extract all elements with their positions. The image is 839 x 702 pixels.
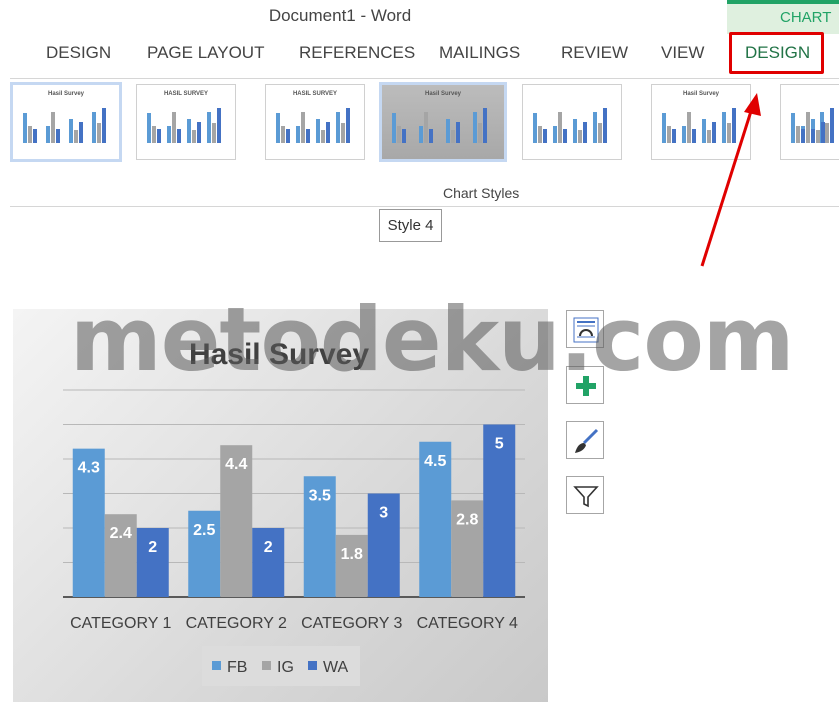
data-label: 3.5 (309, 487, 331, 504)
category-label: CATEGORY 1 (70, 615, 171, 632)
legend-label: WA (323, 659, 349, 676)
category-label: CATEGORY 3 (301, 615, 402, 632)
data-label: 4.4 (225, 456, 247, 473)
legend-swatch-fb (212, 661, 221, 670)
bar-ig (335, 534, 368, 597)
data-label: 4.3 (78, 460, 100, 477)
legend-swatch-ig (262, 661, 271, 670)
data-label: 5 (495, 436, 504, 453)
watermark-text: metodeku.com (70, 288, 794, 391)
data-label: 2.5 (193, 522, 215, 539)
data-label: 2.8 (456, 511, 478, 528)
data-label: 4.5 (424, 453, 446, 470)
legend-label: FB (227, 659, 247, 676)
data-label: 2 (148, 539, 157, 556)
legend-swatch-wa (308, 661, 317, 670)
legend-label: IG (277, 659, 294, 676)
category-label: CATEGORY 4 (417, 615, 518, 632)
data-label: 3 (379, 505, 388, 522)
data-label: 2 (264, 539, 273, 556)
data-label: 1.8 (341, 546, 363, 563)
data-label: 2.4 (110, 525, 132, 542)
category-label: CATEGORY 2 (186, 615, 287, 632)
